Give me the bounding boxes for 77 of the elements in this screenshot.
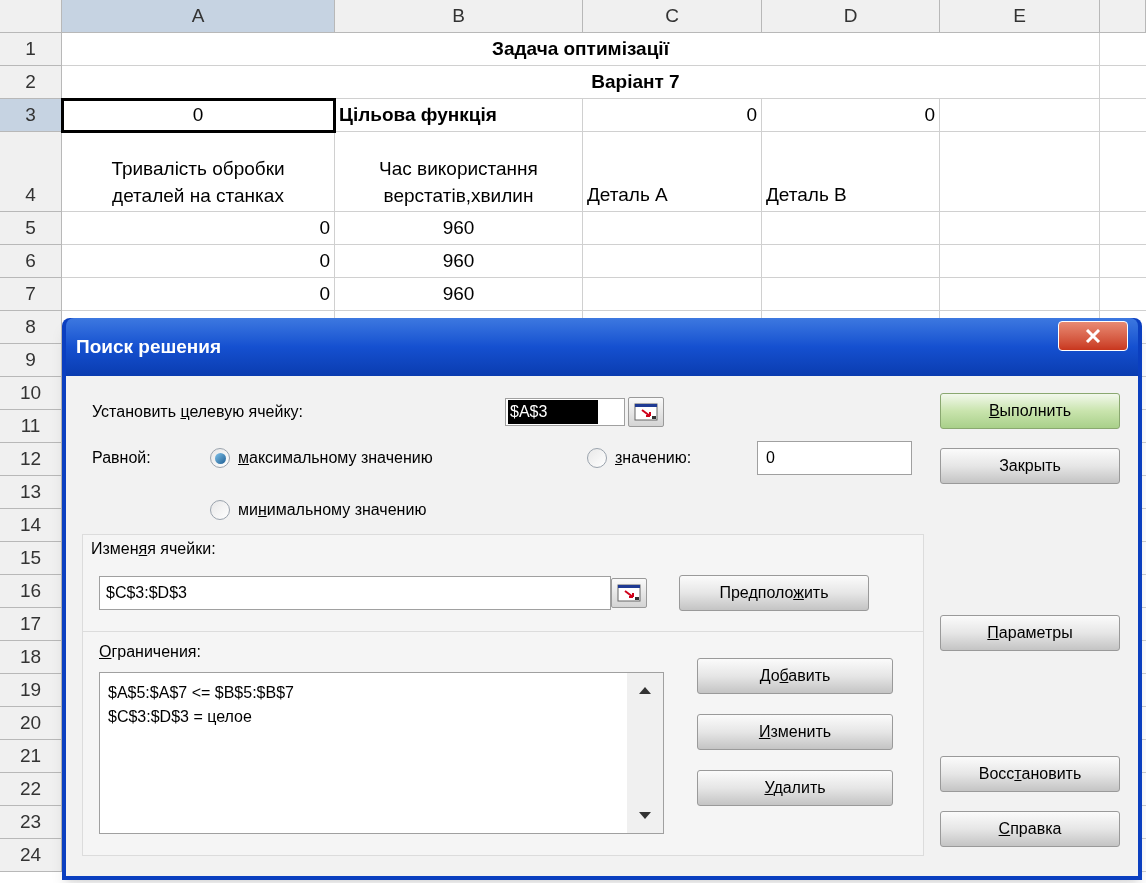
constraints-label: Ограничения: [99, 642, 202, 662]
table-cell: 960 [335, 278, 583, 311]
column-header[interactable]: C [583, 0, 762, 33]
row-header[interactable]: 3 [0, 99, 62, 132]
radio-option[interactable]: максимальному значению [210, 446, 587, 470]
window-title: Поиск решения [76, 334, 222, 359]
target-cell-label: Установить целевую ячейку: [92, 402, 305, 422]
table-cell: 0 [62, 99, 335, 132]
column-header[interactable]: E [940, 0, 1100, 33]
table-cell: 0 [62, 212, 335, 245]
row-header[interactable]: 8 [0, 311, 62, 344]
scroll-down-icon [639, 812, 651, 819]
constraint-button[interactable]: Добавить [697, 658, 893, 694]
equal-to-label: Равной: [92, 448, 152, 468]
row-header[interactable]: 22 [0, 773, 62, 806]
row-header[interactable]: 7 [0, 278, 62, 311]
table-cell: 960 [335, 245, 583, 278]
constraint-button[interactable]: Изменить [697, 714, 893, 750]
row-header[interactable]: 24 [0, 839, 62, 872]
radio-option[interactable]: минимальному значению [210, 498, 427, 522]
dialog-button[interactable]: Параметры [940, 615, 1120, 651]
row-header[interactable]: 13 [0, 476, 62, 509]
row-header[interactable]: 12 [0, 443, 62, 476]
changing-cells-label: Изменяя ячейки: [91, 539, 217, 559]
row-header[interactable]: 16 [0, 575, 62, 608]
table-cell: Деталь A [583, 132, 762, 212]
row-header[interactable]: 15 [0, 542, 62, 575]
table-cell: Тривалість обробки деталей на станках [62, 132, 335, 212]
range-picker-button[interactable] [611, 578, 647, 608]
row-header[interactable]: 23 [0, 806, 62, 839]
value-field[interactable]: 0 [757, 441, 912, 475]
radio-option[interactable]: значению: [587, 446, 757, 470]
table-cell: 0 [62, 278, 335, 311]
table-cell: Цільова функція [335, 99, 583, 132]
table-cell: Час використання верстатів,хвилин [335, 132, 583, 212]
range-picker-button[interactable] [628, 397, 664, 427]
row-header[interactable]: 18 [0, 641, 62, 674]
table-cell: Деталь B [762, 132, 940, 212]
row-header[interactable]: 20 [0, 707, 62, 740]
column-header[interactable]: A [62, 0, 335, 33]
constraint-item[interactable]: $A$5:$A$7 <= $B$5:$B$7 [108, 681, 627, 705]
radio-button[interactable] [587, 448, 607, 468]
column-header[interactable]: D [762, 0, 940, 33]
target-cell-field[interactable]: $A$3 [505, 398, 625, 426]
close-icon [1085, 329, 1101, 343]
table-cell: 960 [335, 212, 583, 245]
dialog-button[interactable]: Выполнить [940, 393, 1120, 429]
changing-cells-field[interactable]: $C$3:$D$3 [99, 576, 611, 610]
guess-button[interactable]: Предположить [679, 575, 869, 611]
radio-button[interactable] [210, 448, 230, 468]
constraint-button[interactable]: Удалить [697, 770, 893, 806]
row-header[interactable]: 21 [0, 740, 62, 773]
table-cell-text: Задача оптимізації [492, 36, 669, 61]
row-header[interactable]: 9 [0, 344, 62, 377]
row-header[interactable]: 17 [0, 608, 62, 641]
table-cell: 0 [62, 245, 335, 278]
row-header[interactable]: 10 [0, 377, 62, 410]
row-header[interactable]: 1 [0, 33, 62, 66]
close-button[interactable] [1058, 321, 1128, 351]
row-header[interactable]: 11 [0, 410, 62, 443]
dialog-button[interactable]: Справка [940, 811, 1120, 847]
table-cell: 0 [583, 99, 762, 132]
column-header[interactable]: B [335, 0, 583, 33]
dialog-button[interactable]: Восстановить [940, 756, 1120, 792]
row-header[interactable]: 2 [0, 66, 62, 99]
table-cell-text: Варіант 7 [590, 69, 680, 94]
row-header[interactable]: 4 [0, 132, 62, 212]
row-header[interactable]: 6 [0, 245, 62, 278]
constraint-item[interactable]: $C$3:$D$3 = целое [108, 705, 627, 729]
row-header[interactable]: 19 [0, 674, 62, 707]
constraints-list[interactable]: $A$5:$A$7 <= $B$5:$B$7 $C$3:$D$3 = целое [99, 672, 664, 834]
row-header[interactable]: 5 [0, 212, 62, 245]
scroll-up-icon [639, 687, 651, 694]
table-cell: 0 [762, 99, 940, 132]
dialog-button[interactable]: Закрыть [940, 448, 1120, 484]
row-header[interactable]: 14 [0, 509, 62, 542]
radio-button[interactable] [210, 500, 230, 520]
